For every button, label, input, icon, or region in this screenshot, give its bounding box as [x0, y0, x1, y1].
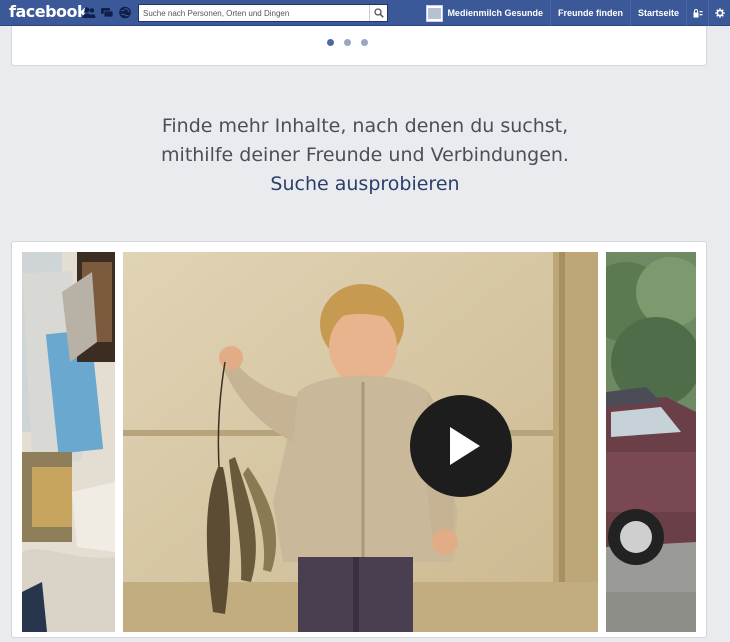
search-promo: Finde mehr Inhalte, nach denen du suchst…: [0, 112, 730, 199]
top-bar: facebook Medienmilch Gesunde Freunde fin…: [0, 0, 730, 26]
promo-line-2: mithilfe deiner Freunde und Verbindungen…: [161, 144, 569, 166]
avatar: [426, 4, 444, 22]
carousel-pager: [12, 39, 706, 46]
profile-link[interactable]: Medienmilch Gesunde: [419, 0, 550, 26]
friend-requests-icon[interactable]: [82, 6, 96, 19]
play-button[interactable]: [410, 395, 512, 497]
notifications-icon[interactable]: [118, 6, 132, 19]
carousel-dot-1[interactable]: [326, 39, 334, 46]
search-box: [138, 4, 388, 22]
profile-name: Medienmilch Gesunde: [447, 8, 543, 18]
search-icon: [373, 8, 384, 18]
video-thumbnail[interactable]: [123, 252, 598, 632]
home-link[interactable]: Startseite: [629, 0, 686, 26]
try-search-link[interactable]: Suche ausprobieren: [0, 170, 730, 199]
find-friends-link[interactable]: Freunde finden: [549, 0, 630, 26]
top-nav: Medienmilch Gesunde Freunde finden Start…: [419, 0, 730, 26]
settings-gear-icon[interactable]: [708, 0, 730, 26]
photo-panel-left[interactable]: [22, 252, 115, 632]
notification-jewels: [82, 6, 132, 19]
video-carousel: [22, 252, 696, 632]
carousel-card: [11, 26, 707, 66]
photo-panel-right[interactable]: [606, 252, 696, 632]
search-input[interactable]: [139, 5, 369, 21]
carousel-dot-2[interactable]: [343, 39, 351, 46]
facebook-logo[interactable]: facebook: [9, 2, 88, 21]
promo-line-1: Finde mehr Inhalte, nach denen du suchst…: [161, 115, 569, 137]
privacy-shortcuts-icon[interactable]: [686, 0, 708, 26]
search-button[interactable]: [369, 5, 387, 21]
play-icon: [450, 427, 480, 465]
messages-icon[interactable]: [100, 6, 114, 19]
carousel-dot-3[interactable]: [360, 39, 368, 46]
video-card: [11, 241, 707, 638]
